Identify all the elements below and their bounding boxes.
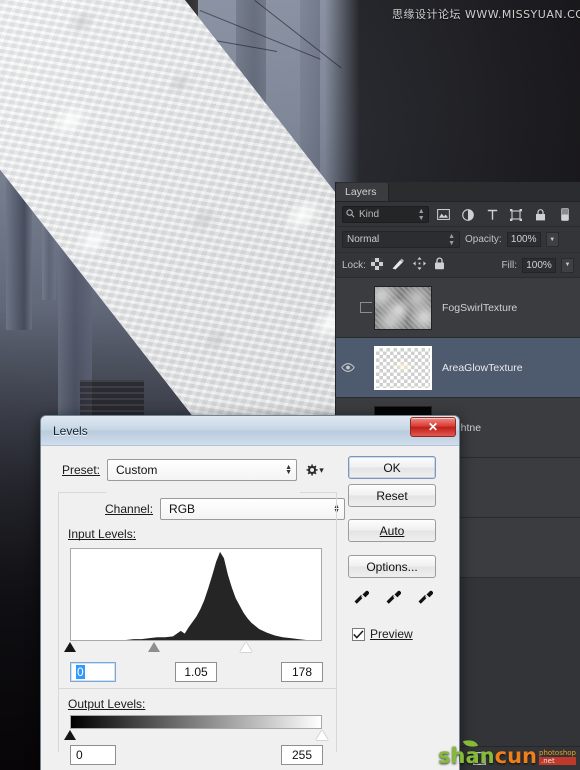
tree-branch bbox=[254, 0, 342, 69]
opacity-label: Opacity: bbox=[465, 234, 502, 245]
filter-toggle-switch[interactable] bbox=[556, 206, 574, 223]
screenshot-root: 思缘设计论坛 WWW.MISSYUAN.COM Layers Kind ▲▼ bbox=[0, 0, 580, 770]
layer-filter-kind-label: Kind bbox=[359, 209, 380, 220]
opacity-value-input[interactable]: 100% bbox=[506, 232, 541, 247]
chevron-updown-icon: ▲ ▼ bbox=[417, 207, 425, 222]
logo-subtext: photoshop .net bbox=[539, 749, 576, 767]
table-row[interactable]: AreaGlowTexture bbox=[336, 338, 580, 398]
layer-filter-row: Kind ▲ ▼ bbox=[336, 202, 580, 227]
lock-row: Lock: Fill: 100% ▼ bbox=[336, 253, 580, 277]
adjustment-layer-filter-icon[interactable] bbox=[459, 206, 477, 223]
layer-filter-kind-select[interactable]: Kind ▲ ▼ bbox=[342, 206, 429, 223]
layer-thumbnail[interactable] bbox=[374, 285, 432, 330]
dialog-titlebar[interactable]: Levels ✕ bbox=[41, 416, 459, 446]
lock-image-pixels-icon[interactable] bbox=[391, 258, 405, 273]
table-row[interactable]: FogSwirlTexture bbox=[336, 278, 580, 338]
watermark-text: 思缘设计论坛 WWW.MISSYUAN.COM bbox=[392, 8, 580, 21]
logo-subtext-2: .net bbox=[539, 757, 576, 765]
layer-visibility-toggle[interactable] bbox=[336, 363, 360, 372]
layers-panel-tabbar: Layers bbox=[336, 182, 580, 202]
type-layer-filter-icon[interactable] bbox=[483, 206, 501, 223]
layer-name[interactable]: FogSwirlTexture bbox=[442, 302, 517, 314]
blend-mode-row: Normal ▲ ▼ Opacity: 100% ▼ bbox=[336, 227, 580, 253]
logo-text-part1: shan bbox=[438, 744, 495, 768]
logo-subtext-1: photoshop bbox=[539, 749, 576, 757]
blend-mode-select[interactable]: Normal ▲ ▼ bbox=[342, 231, 460, 248]
lock-position-icon[interactable] bbox=[412, 257, 426, 273]
blend-mode-value: Normal bbox=[347, 234, 380, 245]
pixel-layer-filter-icon[interactable] bbox=[435, 206, 453, 223]
eye-icon bbox=[341, 363, 355, 372]
lock-icon-group bbox=[370, 257, 445, 273]
lock-label: Lock: bbox=[342, 259, 366, 271]
shancun-logo: shancun photoshop .net bbox=[438, 737, 576, 768]
layer-link-indicator bbox=[360, 302, 372, 313]
layer-thumbnail[interactable] bbox=[374, 345, 432, 390]
lock-transparent-pixels-icon[interactable] bbox=[370, 257, 383, 273]
tab-layers[interactable]: Layers bbox=[336, 183, 389, 201]
fill-label: Fill: bbox=[501, 259, 517, 271]
opacity-dropdown-arrow[interactable]: ▼ bbox=[545, 232, 559, 247]
chevron-updown-icon: ▲ ▼ bbox=[448, 232, 455, 247]
dialog-title: Levels bbox=[53, 423, 88, 438]
close-icon[interactable]: ✕ bbox=[410, 417, 456, 437]
lock-all-icon[interactable] bbox=[434, 257, 445, 273]
logo-text-part2: cun bbox=[494, 744, 537, 768]
search-icon bbox=[346, 208, 355, 221]
fill-value-input[interactable]: 100% bbox=[522, 257, 556, 273]
layer-name[interactable]: AreaGlowTexture bbox=[442, 362, 523, 374]
fill-dropdown-arrow[interactable]: ▼ bbox=[561, 257, 574, 273]
shape-layer-filter-icon[interactable] bbox=[507, 206, 525, 223]
levels-dialog: Levels ✕ bbox=[40, 415, 460, 770]
smart-object-filter-icon[interactable] bbox=[532, 206, 550, 223]
